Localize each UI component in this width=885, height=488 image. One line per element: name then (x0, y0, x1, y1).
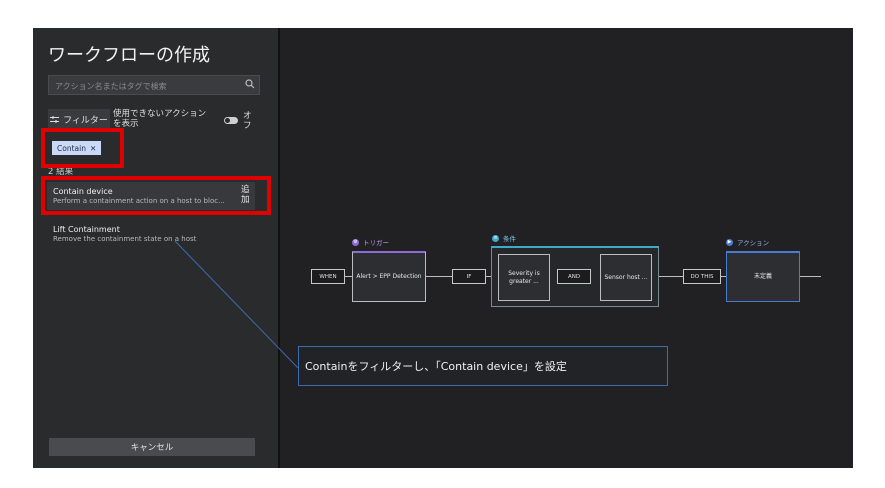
result-item-contain-device[interactable]: Contain device Perform a containment act… (47, 182, 255, 210)
add-button[interactable]: 追加 (241, 185, 250, 205)
results-count: 2 結果 (48, 167, 74, 177)
filter-icon (50, 115, 60, 123)
unavailable-toggle[interactable] (224, 117, 238, 124)
trigger-node[interactable]: Alert > EPP Detection (352, 251, 426, 302)
condition-header: ≡ 条件 (492, 233, 516, 243)
result-item-name: Lift Containment (53, 225, 120, 234)
result-item-description: Remove the containment state on a host (53, 235, 197, 243)
unavailable-toggle-label: 使用できないアクションを表示 (113, 109, 207, 129)
panel-title: ワークフローの作成 (48, 45, 210, 66)
filter-chip-contain[interactable]: Contain ✕ (52, 141, 102, 155)
condition-node-severity[interactable]: Severity is greater ... (498, 254, 550, 301)
workflow-canvas[interactable]: ⚙ トリガー ≡ 条件 ▶ アクション WHEN Alert > EPP Det… (280, 28, 853, 468)
condition-node-sensor-host[interactable]: Sensor host ... (600, 254, 652, 301)
trigger-icon: ⚙ (352, 238, 359, 246)
result-item-description: Perform a containment action on a host t… (53, 197, 225, 205)
trigger-header: ⚙ トリガー (352, 237, 389, 247)
trigger-header-label: トリガー (363, 239, 389, 247)
when-label: WHEN (311, 269, 345, 284)
if-label: IF (452, 269, 486, 284)
action-icon: ▶ (726, 238, 733, 246)
filter-button[interactable]: フィルター (48, 109, 110, 129)
annotation-callout: Containをフィルターし、「Contain device」を設定 (298, 346, 668, 386)
toggle-knob (225, 118, 230, 123)
search-box[interactable] (48, 75, 260, 95)
cancel-button[interactable]: キャンセル (49, 438, 255, 456)
condition-icon: ≡ (492, 234, 499, 242)
action-header-label: アクション (737, 239, 770, 247)
close-icon[interactable]: ✕ (90, 144, 96, 153)
search-icon[interactable] (245, 79, 255, 89)
and-label: AND (557, 269, 591, 284)
do-this-label: DO THIS (683, 269, 721, 284)
action-picker-panel: ワークフローの作成 フィルター 使用できないアクションを表示 オフ Contai… (33, 28, 278, 468)
filter-chip-label: Contain (57, 143, 86, 153)
condition-header-label: 条件 (503, 235, 516, 243)
filter-button-label: フィルター (63, 115, 108, 126)
workflow-builder-window: ワークフローの作成 フィルター 使用できないアクションを表示 オフ Contai… (33, 28, 853, 468)
result-item-lift-containment[interactable]: Lift Containment Remove the containment … (47, 220, 255, 248)
result-item-name: Contain device (53, 187, 113, 196)
search-input[interactable] (53, 77, 237, 95)
action-node-undefined[interactable]: 未定義 (726, 251, 800, 302)
toggle-state-label: オフ (243, 111, 252, 131)
action-header: ▶ アクション (726, 237, 769, 247)
